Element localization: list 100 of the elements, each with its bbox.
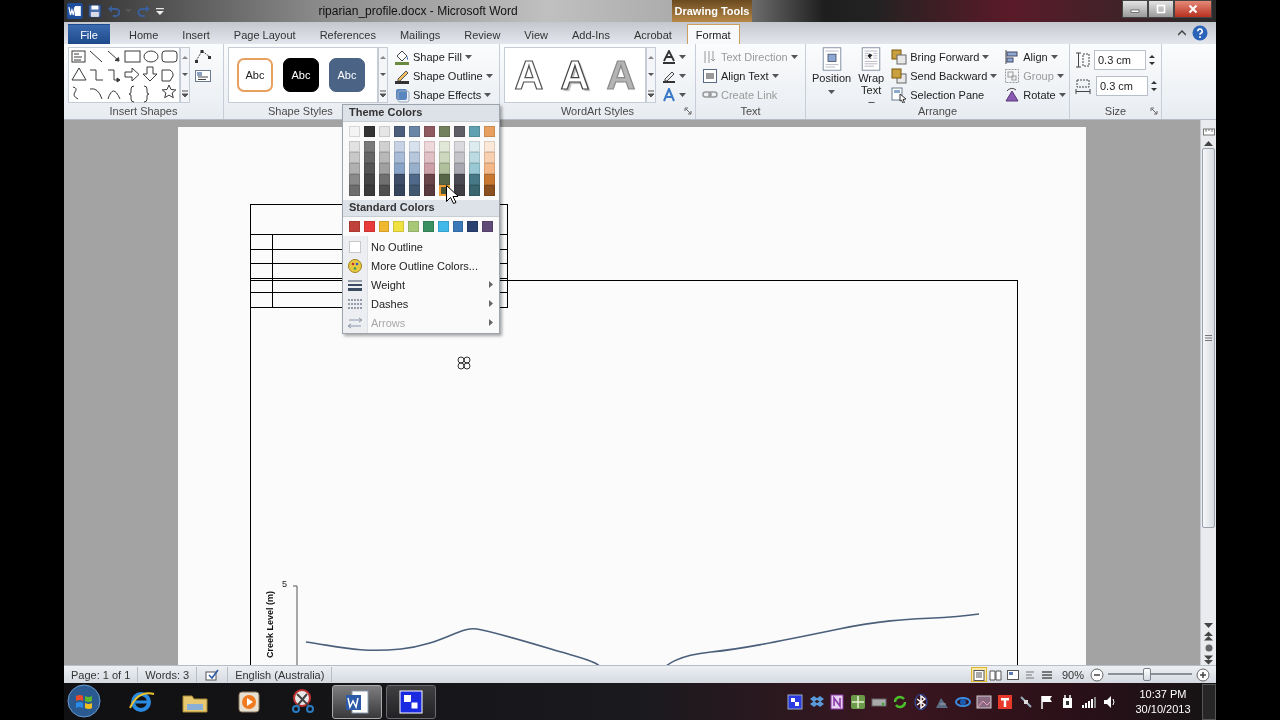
show-desktop-button[interactable]	[1202, 683, 1216, 720]
flag-icon[interactable]	[1039, 693, 1055, 710]
menu-item[interactable]: Weight	[343, 275, 499, 294]
tile-icon[interactable]	[997, 693, 1013, 710]
grid-icon[interactable]	[850, 693, 866, 710]
group-label: Arrange	[917, 105, 958, 117]
previous-page-icon[interactable]	[1204, 631, 1213, 641]
page-count[interactable]: Page: 1 of 1	[64, 667, 139, 682]
wordart-style-preset[interactable]: A	[555, 50, 595, 100]
shape-style-preset[interactable]: Abc	[329, 58, 365, 92]
zoom-level[interactable]: 90%	[1061, 668, 1084, 681]
shape-fill-button[interactable]: Shape Fill	[392, 47, 495, 66]
collapse-ribbon-icon[interactable]	[1178, 30, 1186, 36]
spinner-icon[interactable]	[1148, 53, 1156, 67]
shape-style-preset[interactable]: Abc	[237, 58, 273, 92]
spinner-icon[interactable]	[1150, 79, 1158, 93]
window-title: riparian_profile.docx - Microsoft Word	[317, 4, 519, 18]
ribbon-tab[interactable]: Add-Ins	[563, 24, 619, 44]
menu-item[interactable]: No Outline	[343, 237, 499, 256]
ribbon-tab[interactable]: Mailings	[390, 24, 450, 44]
wordart-style-preset[interactable]: A	[509, 50, 549, 100]
selection-pane-button[interactable]: Selection Pane	[889, 85, 1000, 103]
notebook-icon[interactable]	[829, 693, 845, 710]
browse-object-icon[interactable]	[1203, 643, 1214, 653]
dialog-launcher-icon[interactable]	[684, 107, 692, 115]
align-text-icon	[702, 67, 718, 84]
clock-time[interactable]: 10:37 PM	[1139, 686, 1187, 702]
taskbar-button[interactable]	[386, 684, 436, 719]
dialog-launcher-icon[interactable]	[1150, 107, 1158, 115]
zoom-out-button[interactable]	[1090, 667, 1104, 682]
selection-pane-icon	[891, 86, 908, 103]
scroll-down-icon[interactable]	[1204, 623, 1213, 629]
ribbon-tab[interactable]: Page Layout	[224, 24, 305, 44]
align-text-button[interactable]: Align Text	[700, 66, 800, 85]
close-button[interactable]	[1174, 0, 1212, 18]
zoom-in-button[interactable]	[1196, 667, 1210, 682]
boxes-icon[interactable]	[808, 693, 824, 710]
group-label: WordArt Styles	[560, 105, 635, 117]
ribbon-tab[interactable]: Acrobat	[624, 24, 681, 44]
wrap-text-button[interactable]: Wrap Text	[856, 47, 887, 103]
redo-icon	[137, 4, 152, 18]
position-button[interactable]: Position	[810, 47, 854, 96]
shape-height-icon	[1074, 51, 1090, 69]
group-label: Text	[740, 105, 761, 117]
shape-width-field[interactable]: 0.3 cm	[1096, 76, 1148, 96]
edit-shape-icon[interactable]	[194, 49, 212, 63]
text-fill-button[interactable]	[660, 47, 688, 66]
align-button[interactable]: Align	[1002, 47, 1068, 66]
shape-effects-button[interactable]: Shape Effects	[392, 85, 495, 103]
ribbon-tab[interactable]: View	[515, 24, 557, 44]
shape-outline-button[interactable]: Shape Outline	[392, 66, 495, 85]
close-icon	[1188, 4, 1198, 14]
gallery-scroll-icon[interactable]	[378, 47, 388, 103]
ribbon-tab[interactable]: Format	[686, 24, 740, 44]
move-handle-icon[interactable]	[457, 356, 471, 370]
word-count[interactable]: Words: 3	[138, 667, 198, 682]
satellite-icon[interactable]	[1018, 693, 1034, 710]
gallery-scroll-icon[interactable]	[180, 47, 190, 103]
text-box-icon[interactable]	[194, 69, 212, 83]
gallery-scroll-icon[interactable]	[646, 47, 656, 103]
sync-icon[interactable]	[892, 693, 908, 710]
shape-height-field[interactable]: 0.3 cm	[1094, 50, 1146, 70]
bring-forward-icon	[891, 48, 908, 65]
send-backward-button[interactable]: Send Backward	[889, 66, 1000, 85]
language-indicator[interactable]: English (Australia)	[228, 667, 333, 682]
next-page-icon[interactable]	[1204, 655, 1213, 665]
window-icon[interactable]	[787, 693, 803, 710]
undo-icon	[106, 4, 121, 18]
bring-forward-button[interactable]: Bring Forward	[889, 47, 1000, 66]
menu-item[interactable]: More Outline Colors...	[343, 256, 499, 275]
ribbon-tab[interactable]: Review	[455, 24, 510, 44]
picture-icon[interactable]	[976, 693, 992, 710]
rotate-button[interactable]: Rotate	[1002, 85, 1068, 103]
view-button[interactable]	[970, 667, 987, 682]
proofing-icon[interactable]	[204, 667, 221, 682]
ribbon-tab[interactable]: Insert	[173, 24, 219, 44]
zoom-slider-thumb[interactable]	[1143, 668, 1152, 681]
help-icon[interactable]	[1192, 25, 1208, 41]
minimize-button[interactable]	[1122, 0, 1148, 18]
ribbon-tab[interactable]: File	[68, 24, 110, 44]
scroll-up-icon[interactable]	[1204, 140, 1213, 146]
ribbon-tab[interactable]: References	[310, 24, 385, 44]
shape-style-preset[interactable]: Abc	[283, 58, 319, 92]
view-button[interactable]	[1004, 667, 1021, 682]
view-button[interactable]	[987, 667, 1004, 682]
clock-date[interactable]: 30/10/2013	[1135, 701, 1191, 717]
bluetooth-icon[interactable]	[913, 693, 929, 710]
taskbar-button[interactable]	[332, 684, 382, 719]
windows-orb-icon	[67, 683, 101, 718]
ruler-toggle-icon[interactable]	[1202, 126, 1215, 138]
start-button[interactable]	[66, 683, 102, 720]
ribbon-tab[interactable]: Home	[120, 24, 168, 44]
shape-gallery[interactable]	[68, 47, 180, 103]
caret-icon	[679, 54, 686, 59]
text-effects-button[interactable]	[660, 85, 688, 103]
maximize-button[interactable]	[1148, 0, 1174, 18]
window-icon	[397, 687, 425, 716]
scrollbar-thumb[interactable]	[1202, 148, 1215, 528]
palette-icon	[347, 257, 363, 274]
menu-item[interactable]: Dashes	[343, 294, 499, 313]
